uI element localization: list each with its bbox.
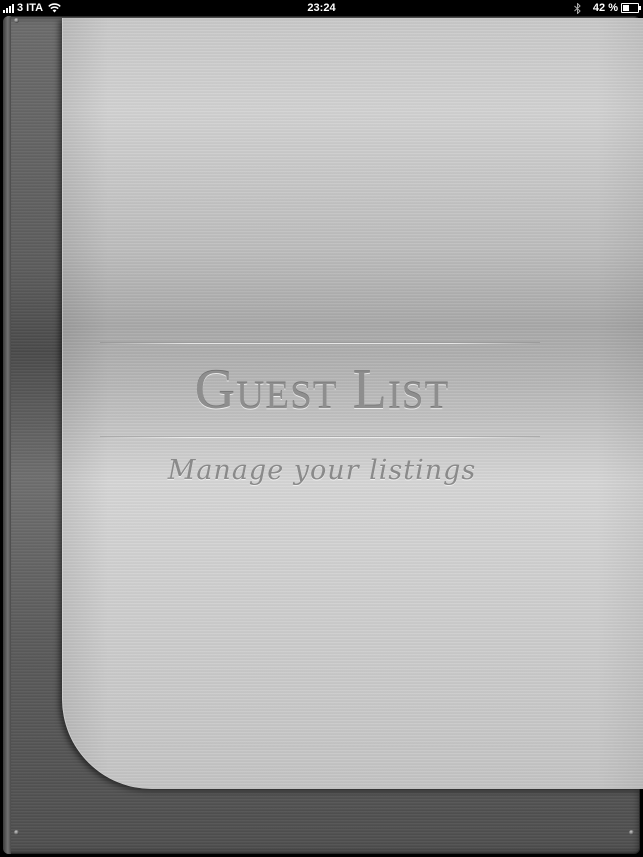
title-top-rule <box>100 343 540 344</box>
status-right: 42 % <box>574 0 641 16</box>
screw-bottom-left-icon <box>14 830 19 835</box>
battery-fill <box>623 5 629 11</box>
screw-bottom-right-icon <box>629 830 634 835</box>
battery-percent: 42 % <box>592 2 618 14</box>
bluetooth-icon <box>574 2 581 14</box>
status-bar: 3 ITA 23:24 42 % <box>0 0 643 16</box>
app-title: Guest List <box>194 359 450 421</box>
app-subtitle: Manage your listings <box>167 455 477 486</box>
screw-top-left-icon <box>14 18 19 23</box>
frame-left-edge <box>3 16 11 854</box>
title-bottom-rule <box>100 437 540 438</box>
battery-icon <box>621 3 641 13</box>
app-screen: 3 ITA 23:24 42 % Guest List Manage your … <box>0 0 643 857</box>
status-time: 23:24 <box>307 2 336 14</box>
